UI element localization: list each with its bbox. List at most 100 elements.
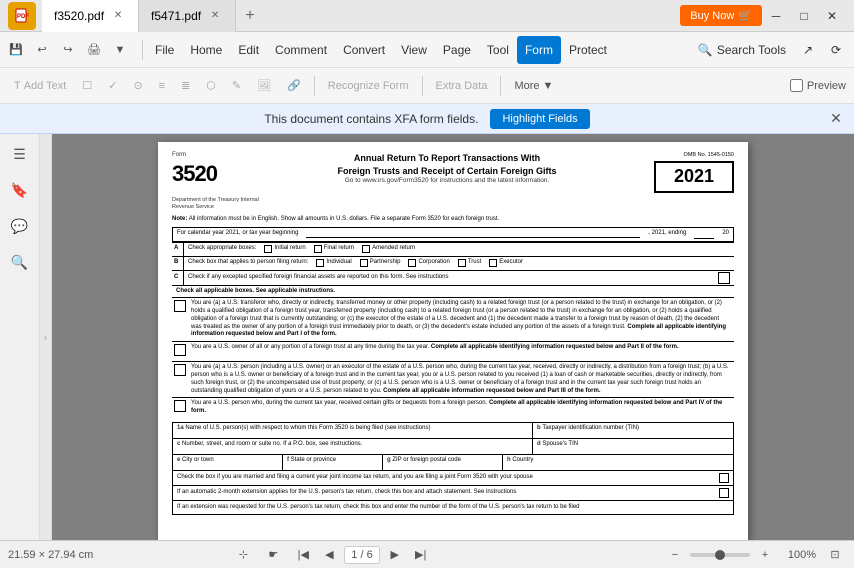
sidebar-bookmarks[interactable]: 🔖 <box>4 174 36 206</box>
form-field-8-icon: 🖼 <box>257 79 271 92</box>
collapse-handle[interactable]: › <box>40 134 52 540</box>
row-c-content: Check if any excepted specified foreign … <box>184 271 734 285</box>
menu-edit[interactable]: Edit <box>230 36 267 64</box>
maximize-button[interactable]: □ <box>790 2 818 30</box>
item-1: You are (a) a U.S. transferor who, direc… <box>172 297 734 341</box>
tab-close-f5471[interactable]: ✕ <box>207 8 223 24</box>
form-field-9-button[interactable]: 🔗 <box>281 73 307 99</box>
last-page-button[interactable]: ▶| <box>410 544 432 566</box>
partnership-checkbox[interactable] <box>360 259 368 267</box>
xfa-close-button[interactable]: ✕ <box>826 109 846 129</box>
save-icon[interactable]: 💾 <box>4 38 28 62</box>
checkbox-row-2: If an automatic 2-month extension applie… <box>173 486 733 501</box>
amended-return-item: Amended return <box>362 245 415 253</box>
toolbar-sep-1 <box>314 76 315 96</box>
info-button[interactable]: ⟳ <box>822 36 850 64</box>
zoom-in-button[interactable]: + <box>754 544 776 566</box>
pdf-scroll-area[interactable]: Form 3520 Annual Return To Report Transa… <box>52 134 854 540</box>
prev-page-button[interactable]: ◀ <box>318 544 340 566</box>
add-tab-button[interactable]: + <box>236 2 264 30</box>
tab-f5471[interactable]: f5471.pdf ✕ <box>139 0 236 32</box>
preview-checkbox-group: Preview <box>790 79 846 92</box>
menu-home[interactable]: Home <box>182 36 230 64</box>
row-b-label: B <box>172 257 184 270</box>
menu-convert[interactable]: Convert <box>335 36 393 64</box>
form-field-3-button[interactable]: ⊙ <box>127 73 148 99</box>
form-field-7-icon: ✎ <box>232 79 241 92</box>
undo-icon[interactable]: ↩ <box>30 38 54 62</box>
form-field-4-button[interactable]: ≡ <box>153 73 171 99</box>
zoom-slider[interactable] <box>690 553 750 557</box>
form-omb: OMB No. 1545-0150 2021 <box>654 152 734 193</box>
trust-checkbox[interactable] <box>458 259 466 267</box>
hand-tool[interactable]: ☛ <box>262 544 284 566</box>
recognize-form-button[interactable]: Recognize Form <box>322 73 415 99</box>
sidebar-thumbnails[interactable]: ☰ <box>4 138 36 170</box>
form-table: 1a Name of U.S. person(s) with respect t… <box>172 422 734 515</box>
menu-protect[interactable]: Protect <box>561 36 615 64</box>
dropdown-icon[interactable]: ▼ <box>108 38 132 62</box>
more-button[interactable]: More ▼ <box>508 73 559 99</box>
item-2-checkbox[interactable] <box>174 344 186 356</box>
search-tools-button[interactable]: 🔍 Search Tools <box>690 39 794 61</box>
form-field-5-button[interactable]: ≣ <box>175 73 196 99</box>
tab-close-f3520[interactable]: ✕ <box>110 8 126 24</box>
redo-icon[interactable]: ↪ <box>56 38 80 62</box>
sidebar-annotations[interactable]: 💬 <box>4 210 36 242</box>
zoom-thumb <box>715 550 725 560</box>
menu-comment[interactable]: Comment <box>267 36 335 64</box>
add-text-button[interactable]: T Add Text <box>8 73 72 99</box>
minimize-button[interactable]: ─ <box>762 2 790 30</box>
buy-now-button[interactable]: Buy Now 🛒 <box>680 5 762 26</box>
cb-extension[interactable] <box>719 488 729 498</box>
first-page-button[interactable]: |◀ <box>292 544 314 566</box>
cell-h: h Country <box>503 455 733 470</box>
form-field-6-button[interactable]: ⬡ <box>200 73 222 99</box>
item-1-checkbox[interactable] <box>174 300 186 312</box>
form-field-1-button[interactable]: ☐ <box>76 73 98 99</box>
menu-page[interactable]: Page <box>435 36 479 64</box>
share-button[interactable]: ↗ <box>794 36 822 64</box>
cb-married[interactable] <box>719 473 729 483</box>
menu-tool[interactable]: Tool <box>479 36 517 64</box>
final-return-checkbox[interactable] <box>314 245 322 253</box>
menu-file[interactable]: File <box>147 36 182 64</box>
cursor-tool[interactable]: ⊹ <box>232 544 254 566</box>
corporation-checkbox[interactable] <box>408 259 416 267</box>
menu-view[interactable]: View <box>393 36 435 64</box>
close-button[interactable]: ✕ <box>818 2 846 30</box>
toolbar-sep-3 <box>500 76 501 96</box>
amended-return-checkbox[interactable] <box>362 245 370 253</box>
form-field-8-button[interactable]: 🖼 <box>251 73 277 99</box>
individual-checkbox[interactable] <box>316 259 324 267</box>
item-3-checkbox[interactable] <box>174 364 186 376</box>
row-c-checkbox[interactable] <box>718 272 730 284</box>
fit-page-button[interactable]: ⊡ <box>824 544 846 566</box>
executor-checkbox[interactable] <box>489 259 497 267</box>
next-page-button[interactable]: ▶ <box>384 544 406 566</box>
note-label: Note: <box>172 216 187 222</box>
form-title-line2: Foreign Trusts and Receipt of Certain Fo… <box>240 165 654 178</box>
initial-return-checkbox[interactable] <box>264 245 272 253</box>
tab-f3520[interactable]: f3520.pdf ✕ <box>42 0 139 32</box>
print-icon[interactable]: 🖨 <box>82 38 106 62</box>
highlight-fields-button[interactable]: Highlight Fields <box>490 109 589 129</box>
form-field-7-button[interactable]: ✎ <box>226 73 247 99</box>
form-field-2-button[interactable]: ✓ <box>102 73 123 99</box>
more-dropdown-icon: ▼ <box>543 80 554 92</box>
menu-form[interactable]: Form <box>517 36 561 64</box>
page-info: 1 / 6 <box>344 546 379 564</box>
item-4-checkbox[interactable] <box>174 400 186 412</box>
zoom-out-button[interactable]: − <box>664 544 686 566</box>
row-c-label: C <box>172 271 184 285</box>
row-a-content: Check appropriate boxes: Initial return … <box>184 243 734 256</box>
extra-data-button[interactable]: Extra Data <box>430 73 494 99</box>
dept-info: Department of the Treasury Internal Reve… <box>172 197 734 212</box>
row-b: B Check box that applies to person filin… <box>172 256 734 270</box>
sidebar-search[interactable]: 🔍 <box>4 246 36 278</box>
partnership-item: Partnership <box>360 259 401 267</box>
dept-line2: Revenue Service <box>172 204 734 212</box>
preview-checkbox[interactable] <box>790 79 803 92</box>
final-return-item: Final return <box>314 245 354 253</box>
dept-line1: Department of the Treasury Internal <box>172 197 734 205</box>
